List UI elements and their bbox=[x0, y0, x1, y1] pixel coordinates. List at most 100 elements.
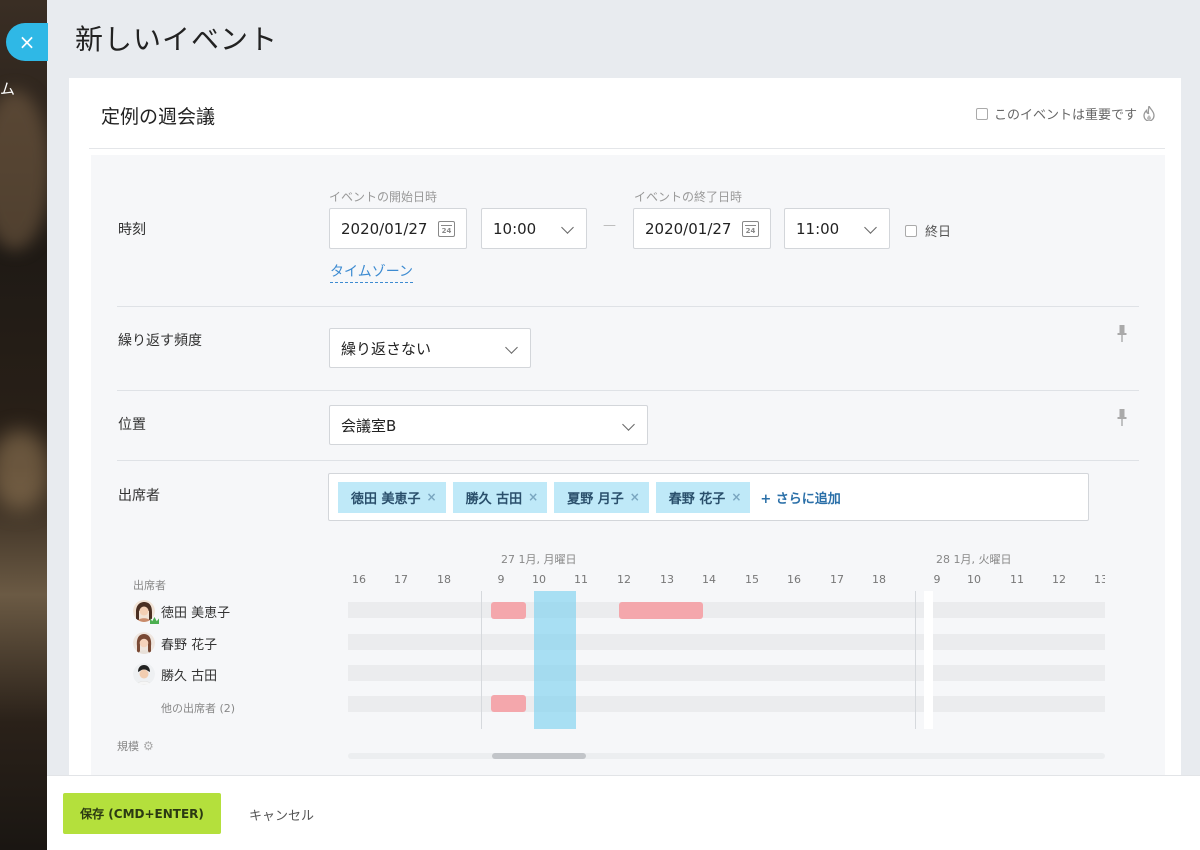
other-attendees-count[interactable]: 他の出席者 (2) bbox=[161, 700, 235, 716]
schedule-person: 勝久 古田 bbox=[133, 663, 217, 685]
background-peek-text: ム bbox=[0, 80, 16, 98]
divider bbox=[89, 148, 1165, 149]
schedule-person-name: 春野 花子 bbox=[161, 637, 218, 653]
remove-icon[interactable]: × bbox=[630, 490, 640, 504]
all-day-label: 終日 bbox=[925, 225, 952, 240]
photo-blur bbox=[0, 430, 47, 510]
schedule-person: 徳田 美恵子 bbox=[133, 600, 230, 622]
add-more-attendees-link[interactable]: + さらに追加 bbox=[760, 488, 840, 507]
hour-label: 18 bbox=[437, 573, 451, 586]
important-checkbox[interactable] bbox=[975, 107, 988, 120]
divider bbox=[117, 460, 1139, 461]
save-button[interactable]: 保存 (CMD+ENTER) bbox=[63, 793, 221, 834]
background-photo-strip: ム bbox=[0, 0, 47, 850]
start-datetime-label: イベントの開始日時 bbox=[329, 190, 438, 204]
calendar-icon[interactable]: 24 bbox=[438, 221, 455, 237]
hour-label: 12 bbox=[617, 573, 631, 586]
avatar bbox=[133, 632, 155, 654]
availability-lane bbox=[348, 634, 1105, 650]
hour-label: 10 bbox=[967, 573, 981, 586]
remove-icon[interactable]: × bbox=[427, 490, 437, 504]
time-label: 時刻 bbox=[118, 222, 146, 238]
schedule-person-name: 勝久 古田 bbox=[161, 668, 218, 684]
pin-icon[interactable] bbox=[1117, 325, 1127, 343]
hour-label: 11 bbox=[574, 573, 588, 586]
all-day-toggle[interactable]: 終日 bbox=[905, 221, 951, 240]
hour-label: 16 bbox=[352, 573, 366, 586]
end-date-field[interactable]: 2020/01/27 24 bbox=[633, 208, 771, 249]
remove-icon[interactable]: × bbox=[731, 490, 741, 504]
availability-timeline[interactable]: 27 1月, 月曜日 28 1月, 火曜日 16 17 18 9 10 11 1… bbox=[348, 551, 1105, 779]
attendee-chip[interactable]: 春野 花子 × bbox=[655, 481, 751, 513]
start-time-value: 10:00 bbox=[493, 219, 537, 238]
all-day-checkbox[interactable] bbox=[905, 224, 917, 237]
chevron-down-icon bbox=[622, 418, 635, 431]
schedule-person: 春野 花子 bbox=[133, 632, 217, 654]
hour-label: 17 bbox=[830, 573, 844, 586]
hour-label: 15 bbox=[745, 573, 759, 586]
location-select[interactable]: 会議室B bbox=[329, 405, 648, 445]
hour-label: 13 bbox=[1094, 573, 1105, 586]
hour-label: 9 bbox=[933, 573, 941, 586]
attendees-input[interactable]: 徳田 美恵子 × 勝久 古田 × 夏野 月子 × 春野 花子 × + さらに追加 bbox=[328, 473, 1089, 521]
busy-block bbox=[491, 602, 526, 619]
hour-label: 9 bbox=[497, 573, 505, 586]
timeline-date: 28 1月, 火曜日 bbox=[936, 553, 1012, 566]
start-date-field[interactable]: 2020/01/27 24 bbox=[329, 208, 467, 249]
photo-blur bbox=[0, 90, 47, 250]
page-title: 新しいイベント bbox=[75, 23, 279, 56]
end-time-select[interactable]: 11:00 bbox=[784, 208, 890, 249]
divider bbox=[117, 390, 1139, 391]
hour-label: 14 bbox=[702, 573, 716, 586]
flame-icon bbox=[1143, 106, 1155, 121]
hour-label: 16 bbox=[787, 573, 801, 586]
avatar bbox=[133, 600, 155, 622]
chevron-down-icon bbox=[505, 341, 518, 354]
divider bbox=[117, 306, 1139, 307]
end-datetime-label: イベントの終了日時 bbox=[634, 190, 743, 204]
availability-lane bbox=[348, 665, 1105, 681]
day-divider bbox=[915, 591, 916, 729]
scale-control[interactable]: 規模 ⚙ bbox=[117, 738, 154, 754]
chevron-down-icon bbox=[561, 221, 574, 234]
important-toggle[interactable]: このイベントは重要です bbox=[975, 104, 1155, 123]
timezone-link[interactable]: タイムゾーン bbox=[330, 261, 414, 283]
attendee-chip[interactable]: 徳田 美恵子 × bbox=[338, 481, 446, 513]
timeline-scrollbar[interactable] bbox=[348, 753, 1105, 759]
hour-label: 17 bbox=[394, 573, 408, 586]
repeat-value: 繰り返さない bbox=[341, 339, 432, 358]
attendee-chip[interactable]: 夏野 月子 × bbox=[554, 481, 649, 513]
event-name-input[interactable]: 定例の週会議 bbox=[101, 102, 215, 129]
cancel-button[interactable]: キャンセル bbox=[249, 805, 314, 824]
schedule-attendees-header: 出席者 bbox=[133, 579, 166, 592]
remove-icon[interactable]: × bbox=[528, 490, 538, 504]
timeline-date: 27 1月, 月曜日 bbox=[501, 553, 577, 566]
attendees-label: 出席者 bbox=[118, 488, 160, 504]
busy-block bbox=[619, 602, 703, 619]
schedule-person-name: 徳田 美恵子 bbox=[161, 605, 231, 621]
avatar bbox=[133, 663, 155, 685]
day-divider bbox=[481, 591, 482, 729]
busy-block bbox=[491, 695, 526, 712]
hour-label: 18 bbox=[872, 573, 886, 586]
chevron-down-icon bbox=[864, 221, 877, 234]
selected-time-range[interactable] bbox=[534, 591, 576, 729]
close-icon[interactable]: × bbox=[6, 23, 48, 61]
pin-icon[interactable] bbox=[1117, 409, 1127, 427]
range-separator: — bbox=[603, 218, 616, 233]
availability-lane bbox=[348, 602, 1105, 618]
calendar-icon[interactable]: 24 bbox=[742, 221, 759, 237]
start-date-value: 2020/01/27 bbox=[341, 219, 428, 238]
hour-label: 11 bbox=[1010, 573, 1024, 586]
timeline-scrollbar-thumb[interactable] bbox=[492, 753, 586, 759]
location-value: 会議室B bbox=[341, 416, 397, 435]
location-label: 位置 bbox=[118, 417, 146, 433]
gear-icon[interactable]: ⚙ bbox=[143, 739, 154, 753]
attendee-chip[interactable]: 勝久 古田 × bbox=[452, 481, 548, 513]
end-date-value: 2020/01/27 bbox=[645, 219, 732, 238]
start-time-select[interactable]: 10:00 bbox=[481, 208, 587, 249]
end-time-value: 11:00 bbox=[796, 219, 840, 238]
repeat-select[interactable]: 繰り返さない bbox=[329, 328, 531, 368]
important-label: このイベントは重要です bbox=[993, 108, 1137, 123]
day-gap bbox=[924, 591, 933, 729]
